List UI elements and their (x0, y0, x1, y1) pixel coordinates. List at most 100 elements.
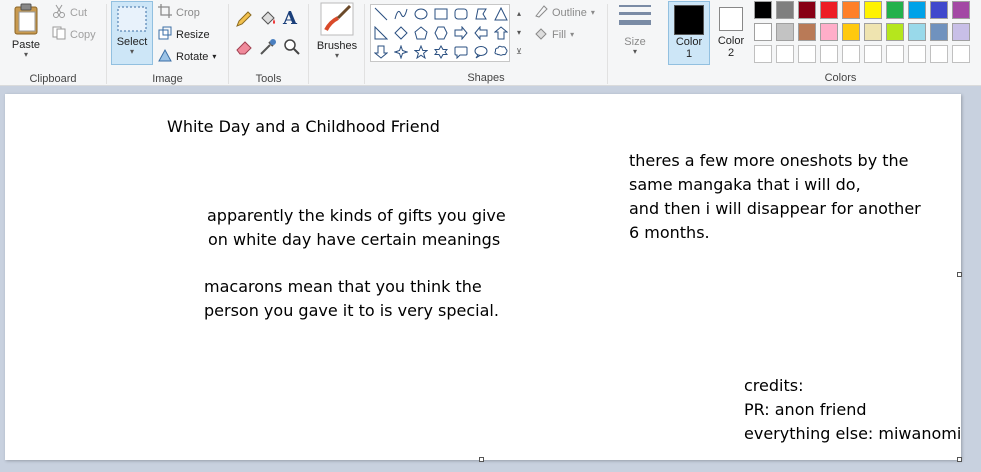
chevron-down-icon: ▾ (212, 52, 217, 61)
custom-color-slot[interactable] (930, 45, 948, 63)
custom-color-slot[interactable] (776, 45, 794, 63)
color-palette (753, 0, 981, 66)
palette-swatch[interactable] (930, 23, 948, 41)
cut-button[interactable]: Cut (52, 4, 87, 21)
custom-color-slot[interactable] (820, 45, 838, 63)
chevron-down-icon: ▾ (23, 50, 28, 59)
color1-label-line1: Color (675, 36, 703, 48)
custom-color-slot[interactable] (864, 45, 882, 63)
macaron-line: person you gave it to is very special. (204, 301, 499, 320)
fill-bucket-icon[interactable] (259, 10, 277, 33)
scroll-down-icon[interactable]: ▾ (512, 23, 526, 42)
copy-icon (52, 26, 66, 43)
color2-swatch (719, 7, 743, 31)
palette-swatch[interactable] (908, 23, 926, 41)
resize-handle-right[interactable] (957, 272, 962, 277)
resize-button[interactable]: Resize (158, 26, 210, 43)
oval-callout-shape-icon[interactable] (471, 43, 491, 61)
crop-icon (158, 4, 172, 21)
resize-handle-bottom[interactable] (479, 457, 484, 462)
line-size-icon (618, 2, 652, 35)
fill-button[interactable]: Fill ▾ (534, 26, 574, 43)
palette-swatch[interactable] (886, 1, 904, 19)
palette-swatch[interactable] (754, 1, 772, 19)
up-arrow-shape-icon[interactable] (491, 24, 511, 42)
pencil-icon[interactable] (235, 10, 253, 33)
palette-swatch[interactable] (930, 1, 948, 19)
size-button[interactable]: Size ▾ (612, 2, 658, 64)
palette-swatch[interactable] (798, 23, 816, 41)
down-arrow-shape-icon[interactable] (371, 43, 391, 61)
credits-line: credits: (744, 376, 804, 395)
copy-button[interactable]: Copy (52, 26, 96, 43)
resize-handle-corner[interactable] (957, 457, 962, 462)
scroll-up-icon[interactable]: ▴ (512, 4, 526, 23)
expand-gallery-icon[interactable]: ⊻ (512, 42, 526, 61)
palette-swatch[interactable] (754, 23, 772, 41)
palette-swatch[interactable] (798, 1, 816, 19)
line-shape-icon[interactable] (371, 5, 391, 23)
note-line: and then i will disappear for another (629, 199, 921, 218)
palette-swatch[interactable] (952, 1, 970, 19)
resize-label: Resize (176, 28, 210, 41)
color1-swatch (674, 5, 704, 35)
crop-label: Crop (176, 6, 200, 19)
rounded-rectangle-shape-icon[interactable] (451, 5, 471, 23)
six-point-star-shape-icon[interactable] (431, 43, 451, 61)
text-icon[interactable]: A (283, 8, 297, 29)
palette-swatch[interactable] (842, 1, 860, 19)
palette-swatch[interactable] (776, 23, 794, 41)
four-point-star-shape-icon[interactable] (391, 43, 411, 61)
palette-swatch[interactable] (908, 1, 926, 19)
image-group: Select ▾ Crop Resize Rotate ▾ Image (107, 0, 228, 86)
color1-button[interactable]: Color 1 (668, 1, 710, 65)
rectangle-shape-icon[interactable] (431, 5, 451, 23)
brush-icon (320, 2, 354, 39)
hexagon-shape-icon[interactable] (431, 24, 451, 42)
gifts-note: apparently the kinds of gifts you give o… (207, 204, 506, 252)
right-triangle-shape-icon[interactable] (371, 24, 391, 42)
crop-button[interactable]: Crop (158, 4, 200, 21)
right-arrow-shape-icon[interactable] (451, 24, 471, 42)
clipboard-group: Paste ▾ Cut Copy Clipboard (0, 0, 106, 86)
palette-swatch[interactable] (886, 23, 904, 41)
color2-button[interactable]: Color 2 (712, 1, 750, 65)
drawing-canvas[interactable]: White Day and a Childhood Friend theres … (5, 94, 961, 460)
palette-swatch[interactable] (864, 1, 882, 19)
custom-color-slot[interactable] (886, 45, 904, 63)
custom-color-slot[interactable] (798, 45, 816, 63)
left-arrow-shape-icon[interactable] (471, 24, 491, 42)
palette-swatch[interactable] (864, 23, 882, 41)
color-picker-icon[interactable] (259, 38, 277, 61)
chevron-down-icon: ▾ (632, 47, 637, 56)
custom-color-slot[interactable] (842, 45, 860, 63)
paste-button[interactable]: Paste ▾ (6, 3, 46, 63)
palette-swatch[interactable] (842, 23, 860, 41)
cloud-callout-shape-icon[interactable] (491, 43, 511, 61)
palette-swatch[interactable] (952, 23, 970, 41)
outline-button[interactable]: Outline ▾ (534, 4, 595, 21)
palette-swatch[interactable] (820, 1, 838, 19)
curve-shape-icon[interactable] (391, 5, 411, 23)
credits-line: PR: anon friend (744, 400, 867, 419)
brushes-button[interactable]: Brushes ▾ (312, 2, 362, 64)
eraser-icon[interactable] (235, 38, 253, 61)
custom-color-slot[interactable] (952, 45, 970, 63)
oval-shape-icon[interactable] (411, 5, 431, 23)
rounded-callout-shape-icon[interactable] (451, 43, 471, 61)
five-point-star-shape-icon[interactable] (411, 43, 431, 61)
polygon-shape-icon[interactable] (471, 5, 491, 23)
shapes-scrollbar[interactable]: ▴ ▾ ⊻ (512, 4, 526, 62)
palette-swatch[interactable] (820, 23, 838, 41)
rotate-button[interactable]: Rotate ▾ (158, 48, 216, 65)
chevron-down-icon: ▾ (570, 30, 575, 39)
custom-color-slot[interactable] (754, 45, 772, 63)
triangle-shape-icon[interactable] (491, 5, 511, 23)
diamond-shape-icon[interactable] (391, 24, 411, 42)
select-rectangle-icon (117, 6, 147, 35)
pentagon-shape-icon[interactable] (411, 24, 431, 42)
palette-swatch[interactable] (776, 1, 794, 19)
select-button[interactable]: Select ▾ (111, 1, 153, 65)
custom-color-slot[interactable] (908, 45, 926, 63)
magnifier-icon[interactable] (283, 38, 301, 61)
